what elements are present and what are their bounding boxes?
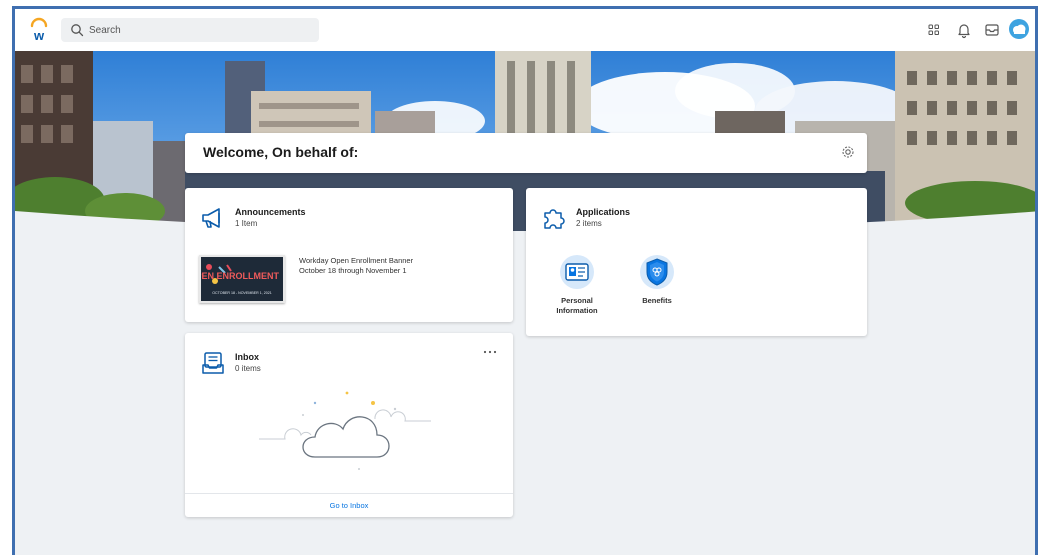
inbox-card: Inbox 0 items Go to Inbox [185,333,513,517]
applications-count: 2 items [576,219,602,228]
announcements-title[interactable]: Announcements [235,207,306,217]
puzzle-piece-icon [544,209,565,229]
top-bar: w [15,9,1035,51]
banner-headline: OPEN ENROLLMENT [201,271,279,281]
workday-logo-icon[interactable]: w [29,17,49,43]
announcement-item-dates: October 18 through November 1 [299,266,407,275]
enrollment-graphic: OPEN ENROLLMENT OCTOBER 18 - NOVEMBER 1,… [201,257,283,301]
svg-text:w: w [33,28,45,43]
shield-icon [640,255,674,289]
open-enrollment-banner-image[interactable]: OPEN ENROLLMENT OCTOBER 18 - NOVEMBER 1,… [199,255,285,303]
app-tile-label: Personal Information [556,296,598,315]
go-to-inbox-link[interactable]: Go to Inbox [330,501,369,510]
app-tile-personal-information[interactable]: Personal Information [544,254,610,316]
app-tile-benefits[interactable]: Benefits [624,254,690,306]
avatar-cloud-icon [1013,24,1026,34]
profile-avatar[interactable] [1009,19,1029,39]
announcements-count: 1 Item [235,219,258,228]
search-bar[interactable] [61,18,319,42]
notifications-bell-icon[interactable] [955,21,973,39]
announcement-item-title[interactable]: Workday Open Enrollment Banner [299,256,413,265]
apps-grid-icon[interactable] [925,21,943,39]
megaphone-icon [202,208,220,228]
inbox-title[interactable]: Inbox [235,352,259,362]
applications-card: Applications 2 items Personal Informatio… [526,188,867,336]
announcements-card: Announcements 1 Item OPEN ENROLLMENT OCT… [185,188,513,322]
welcome-title: Welcome, On behalf of: [203,144,359,160]
welcome-card: Welcome, On behalf of: [185,133,867,173]
applications-title[interactable]: Applications [576,207,630,217]
inbox-tray-icon [202,352,224,374]
inbox-footer: Go to Inbox [185,493,513,517]
inbox-tray-icon[interactable] [983,21,1001,39]
id-card-icon [560,255,594,289]
gear-icon[interactable] [841,145,855,159]
more-options-icon[interactable] [483,349,497,355]
app-window: w Search Welcome, On behalf of: Announce… [12,6,1038,555]
inbox-count: 0 items [235,364,261,373]
search-icon [71,24,84,37]
cloud-icon [259,391,431,470]
search-input[interactable] [89,21,309,39]
app-tile-label: Benefits [642,296,672,305]
banner-dates: OCTOBER 18 - NOVEMBER 1, 2021 [212,291,271,295]
